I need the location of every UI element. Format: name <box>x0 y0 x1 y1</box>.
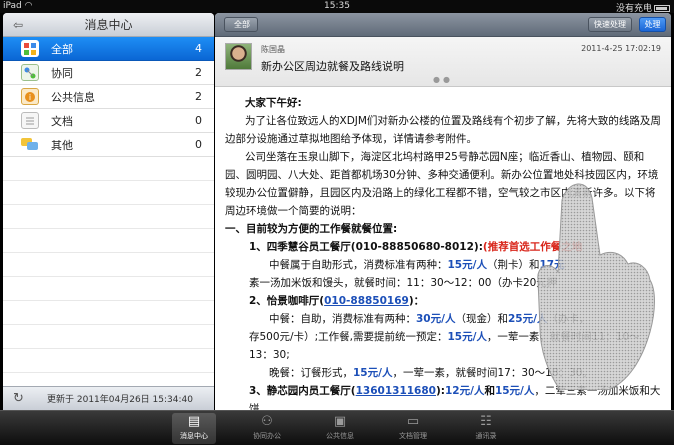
sidebar-footer: ↻ 更新于 2011年04月26日 15:34:40 <box>3 386 214 410</box>
restaurant-item: 2、怡景咖啡厅(010-88850169)： <box>249 295 425 307</box>
restaurant-detail: 中餐属于自助形式，消费标准有两种：15元/人（荆卡）和17元 <box>269 259 565 271</box>
quick-process-button[interactable]: 快速处理 <box>588 17 632 32</box>
paragraph: 为了让各位致远人的XDJM们对新办公楼的位置及路线有个初步了解，先将大致的线路及… <box>225 115 661 145</box>
empty-row <box>3 277 214 301</box>
restaurant-detail: 素一汤加米饭和馒头，就餐时间：11：30～12：00（办卡20元押 <box>249 277 558 289</box>
svg-text:i: i <box>29 93 31 102</box>
sidebar-title: 消息中心 <box>84 18 133 32</box>
greeting: 大家下午好: <box>245 97 302 109</box>
document-icon: ▭ <box>406 414 420 429</box>
message-body[interactable]: 大家下午好: 为了让各位致远人的XDJM们对新办公楼的位置及路线有个初步了解，先… <box>215 88 671 410</box>
public-info-icon: ▣ <box>333 414 347 429</box>
message-detail-pane: 全部 快速处理 处理 陈国晶 2011-4-25 17:02:19 新办公区周边… <box>215 13 671 410</box>
message-center-icon: ▤ <box>187 414 201 429</box>
battery-icon <box>654 5 670 12</box>
collaboration-icon <box>21 64 39 81</box>
restaurant-detail: 晚餐：订餐形式，15元/人，一荤一素，就餐时间17：30～18：30。 <box>269 367 593 379</box>
status-time: 15:35 <box>324 1 350 11</box>
empty-row <box>3 349 214 373</box>
category-count: 0 <box>195 114 202 127</box>
category-label: 协同 <box>51 66 73 80</box>
restaurant-detail: 存500元/卡）;工作餐,需要提前统一预定：15元/人，一荤一素，就餐时间11：… <box>249 331 640 343</box>
all-grid-icon <box>21 40 39 57</box>
empty-row <box>3 229 214 253</box>
detail-toolbar: 全部 快速处理 处理 <box>215 13 671 37</box>
phone-link[interactable]: 13601311680 <box>356 385 436 397</box>
process-button[interactable]: 处理 <box>639 17 666 32</box>
category-row-all[interactable]: 全部 4 <box>3 37 214 61</box>
message-header: 陈国晶 2011-4-25 17:02:19 新办公区周边就餐及路线说明 ●● <box>215 37 671 87</box>
sender-name: 陈国晶 <box>261 45 285 54</box>
empty-row <box>3 325 214 349</box>
empty-row <box>3 301 214 325</box>
restaurant-detail: 中餐：自助，消费标准有两种：30元/人（现金）和25元/人（办卡， <box>269 313 590 325</box>
restaurant-item: 1、四季慧谷员工餐厅(010-88850680-8012):(推荐首选工作餐之地 <box>249 241 583 253</box>
restaurant-item: 3、静芯园内员工餐厅(13601311680):12元/人和15元/人，二荤三素… <box>249 385 661 410</box>
category-row-collaboration[interactable]: 协同 2 <box>3 61 214 85</box>
status-bar: iPad ◠ 15:35 没有充电 <box>0 0 674 14</box>
last-updated-text: 更新于 2011年04月26日 15:34:40 <box>47 395 193 405</box>
page-dots-icon: ●● <box>433 75 453 84</box>
refresh-icon[interactable]: ↻ <box>13 391 29 406</box>
message-category-pane: ⇦ 消息中心 全部 4 协同 2 i 公共信息 2 文档 0 其他 0 ↻ 更新… <box>3 13 214 410</box>
category-label: 公共信息 <box>51 90 95 104</box>
tab-public-info[interactable]: ▣ 公共信息 <box>318 413 362 444</box>
tab-message-center[interactable]: ▤ 消息中心 <box>172 413 216 444</box>
category-label: 文档 <box>51 114 73 128</box>
message-datetime: 2011-4-25 17:02:19 <box>581 44 661 53</box>
sidebar-header: ⇦ 消息中心 <box>3 13 214 37</box>
phone-link[interactable]: 010-88850169 <box>324 295 409 307</box>
contacts-icon: ☷ <box>480 414 492 429</box>
category-row-public-info[interactable]: i 公共信息 2 <box>3 85 214 109</box>
empty-row <box>3 181 214 205</box>
avatar <box>225 43 252 70</box>
tab-contacts[interactable]: ☷ 通讯录 <box>464 413 508 444</box>
back-arrow-icon[interactable]: ⇦ <box>10 18 26 32</box>
category-label: 其他 <box>51 138 73 152</box>
collaboration-icon: ⚇ <box>261 414 273 429</box>
category-count: 4 <box>195 42 202 55</box>
empty-row <box>3 253 214 277</box>
public-info-icon: i <box>21 88 39 105</box>
paragraph: 公司坐落在玉泉山脚下，海淀区北坞村路甲25号静芯园N座；临近香山、植物园、颐和园… <box>225 151 659 217</box>
empty-row <box>3 205 214 229</box>
category-label: 全部 <box>51 42 73 56</box>
message-subject: 新办公区周边就餐及路线说明 <box>261 60 404 73</box>
category-count: 2 <box>195 90 202 103</box>
category-row-documents[interactable]: 文档 0 <box>3 109 214 133</box>
section-heading: 一、目前较为方便的工作餐就餐位置: <box>225 223 398 235</box>
tab-documents[interactable]: ▭ 文档管理 <box>391 413 435 444</box>
back-to-all-button[interactable]: 全部 <box>224 17 258 32</box>
category-count: 0 <box>195 138 202 151</box>
category-count: 2 <box>195 66 202 79</box>
tab-collaboration[interactable]: ⚇ 协同办公 <box>245 413 289 444</box>
restaurant-detail: 13：30; <box>249 349 290 361</box>
empty-row <box>3 157 214 181</box>
document-icon <box>21 112 39 129</box>
bottom-tab-bar: ▤ 消息中心 ⚇ 协同办公 ▣ 公共信息 ▭ 文档管理 ☷ 通讯录 <box>0 410 674 445</box>
chat-bubbles-icon <box>21 136 39 153</box>
category-row-other[interactable]: 其他 0 <box>3 133 214 157</box>
